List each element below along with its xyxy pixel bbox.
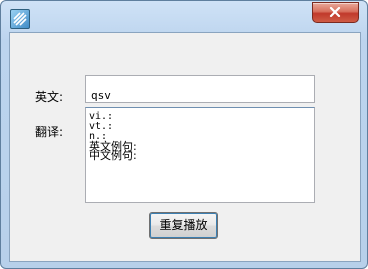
title-bar[interactable] (1, 1, 367, 33)
translation-output[interactable]: vi.: vt.: n.: 英文例句: 中文例句: (85, 107, 315, 203)
english-label: 英文: (35, 90, 64, 104)
replay-button[interactable]: 重复播放 (149, 212, 218, 239)
translation-label: 翻译: (35, 125, 64, 139)
close-button[interactable] (312, 2, 359, 23)
translation-line-vt: vt.: (89, 121, 114, 132)
client-area: 英文: 翻译: vi.: vt.: n.: 英文例句: 中文例句: 重复播放 (9, 32, 361, 262)
app-window: 英文: 翻译: vi.: vt.: n.: 英文例句: 中文例句: 重复播放 (0, 0, 368, 269)
english-input[interactable] (85, 75, 315, 103)
translation-line-cn-example: 中文例句: (89, 149, 137, 162)
close-icon (329, 7, 341, 17)
app-stripes-icon (10, 9, 30, 29)
translation-line-vi: vi.: (89, 111, 114, 122)
